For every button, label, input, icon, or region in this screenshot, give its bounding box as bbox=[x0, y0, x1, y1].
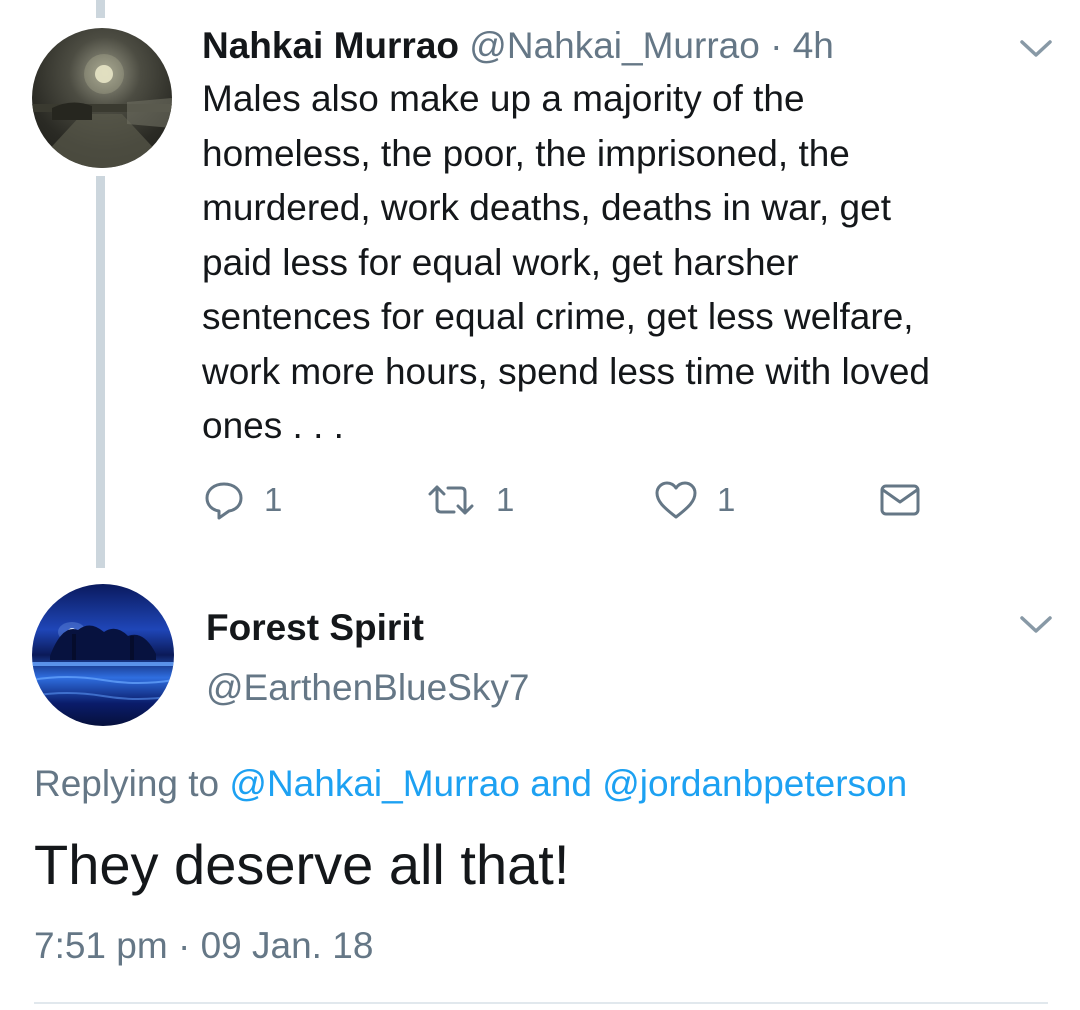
tweet2-author-handle[interactable]: @EarthenBlueSky7 bbox=[206, 666, 529, 710]
tweet1-text-line: ones . . . bbox=[202, 405, 344, 446]
tweet2-text: They deserve all that! bbox=[34, 833, 570, 896]
divider bbox=[34, 1002, 1048, 1004]
envelope-icon bbox=[880, 484, 920, 516]
retweet-button[interactable]: 1 bbox=[424, 478, 514, 522]
avatar-nahkai-murrao[interactable] bbox=[32, 28, 172, 168]
chevron-down-icon[interactable] bbox=[1016, 612, 1056, 638]
tweet1-author-name[interactable]: Nahkai Murrao bbox=[202, 25, 459, 66]
avatar-photo bbox=[32, 622, 174, 700]
tweet1-meta-separator: · bbox=[770, 25, 783, 66]
reply-button[interactable]: 1 bbox=[202, 478, 282, 522]
reply-icon bbox=[205, 482, 243, 520]
mention-link-jordanbpeterson[interactable]: @jordanbpeterson bbox=[602, 763, 907, 804]
tweet1-header: Nahkai Murrao @Nahkai_Murrao · 4h bbox=[202, 24, 834, 68]
mention-link-nahkai-murrao[interactable]: @Nahkai_Murrao bbox=[229, 763, 520, 804]
tweet1-text-line: murdered, work deaths, deaths in war, ge… bbox=[202, 187, 891, 228]
retweet-icon bbox=[428, 485, 474, 515]
tweet1-text: Males also make up a majority of the hom… bbox=[202, 72, 1052, 454]
tweet1-time[interactable]: 4h bbox=[793, 25, 834, 66]
replying-to-label: Replying to bbox=[34, 763, 220, 804]
tweet1-text-line: paid less for equal work, get harsher bbox=[202, 241, 799, 283]
tweet2-time-separator: · bbox=[177, 925, 191, 966]
like-button[interactable]: 1 bbox=[653, 478, 735, 522]
tweet1-text-line: homeless, the poor, the imprisoned, the bbox=[202, 132, 850, 174]
tweet2-date: 09 Jan. 18 bbox=[200, 925, 374, 966]
tweet2-time: 7:51 pm bbox=[34, 925, 168, 966]
tweet1-text-line: Males also make up a majority of the bbox=[202, 78, 805, 119]
chevron-down-icon[interactable] bbox=[1016, 36, 1056, 62]
thread-line bbox=[96, 176, 105, 568]
replying-to-line: Replying to @Nahkai_Murrao and @jordanbp… bbox=[34, 762, 907, 806]
heart-icon bbox=[655, 481, 697, 519]
replying-and-connector[interactable]: and bbox=[530, 763, 592, 804]
tweet2-author-name[interactable]: Forest Spirit bbox=[206, 606, 424, 650]
tweet1-text-line: work more hours, spend less time with lo… bbox=[202, 350, 930, 392]
avatar-forest-spirit[interactable] bbox=[32, 584, 174, 726]
retweet-count: 1 bbox=[496, 481, 515, 518]
direct-message-button[interactable] bbox=[878, 478, 922, 522]
tweet2-timestamp[interactable]: 7:51 pm · 09 Jan. 18 bbox=[34, 924, 373, 968]
tweet1-action-bar: 1 1 1 bbox=[202, 478, 942, 522]
like-count: 1 bbox=[717, 481, 736, 518]
tweet1-author-handle[interactable]: @Nahkai_Murrao bbox=[469, 25, 760, 66]
tweet1-text-line: sentences for equal crime, get less welf… bbox=[202, 296, 914, 337]
avatar-photo bbox=[32, 54, 172, 168]
thread-line-top bbox=[96, 0, 105, 18]
reply-count: 1 bbox=[264, 481, 283, 518]
